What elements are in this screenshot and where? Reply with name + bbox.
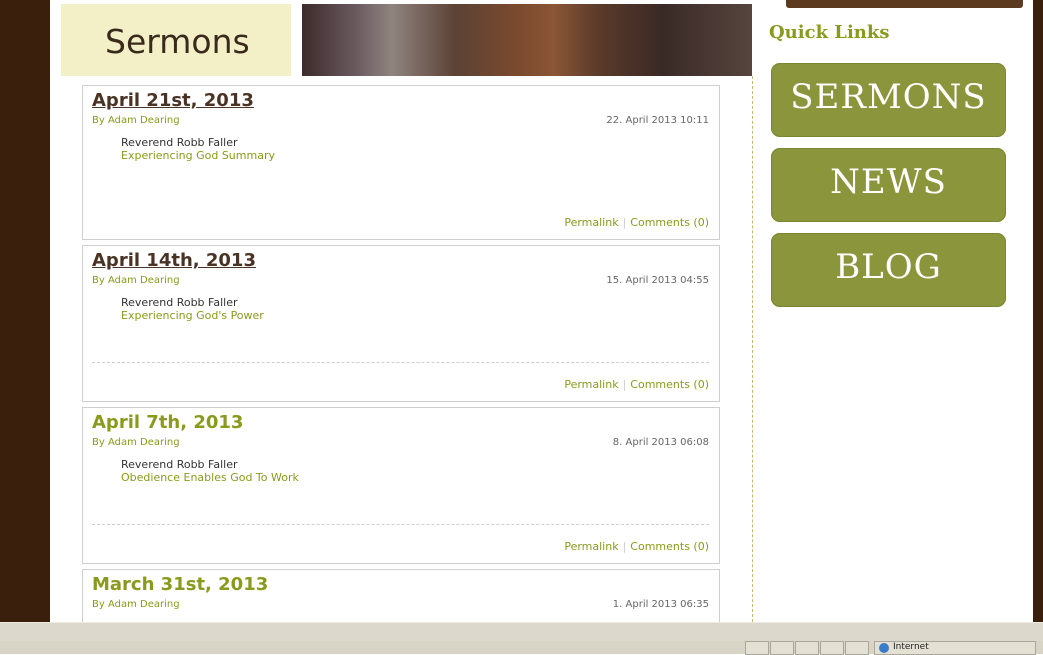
permalink-link[interactable]: Permalink [564, 540, 618, 553]
column-divider [752, 76, 753, 622]
blog-button-label: BLOG [835, 247, 942, 287]
post-subject-link[interactable]: Obedience Enables God To Work [121, 471, 299, 484]
post-footer-links: Permalink | Comments (0) [564, 378, 709, 391]
status-band [0, 623, 1043, 641]
post-title-link[interactable]: April 14th, 2013 [92, 250, 256, 271]
post-speaker: Reverend Robb Faller [121, 296, 238, 309]
post-date: 1. April 2013 06:35 [612, 599, 709, 610]
blog-button[interactable]: BLOG [771, 233, 1006, 307]
post-title-link[interactable]: April 7th, 2013 [92, 412, 243, 433]
permalink-link[interactable]: Permalink [564, 216, 618, 229]
post-subject-link[interactable]: Experiencing God's Power [121, 309, 264, 322]
post-date: 8. April 2013 06:08 [612, 437, 709, 448]
post-card: April 14th, 2013 By Adam Dearing 15. Apr… [82, 245, 720, 402]
permalink-link[interactable]: Permalink [564, 378, 618, 391]
post-footer-links: Permalink | Comments (0) [564, 216, 709, 229]
sidebar-top-bar [786, 0, 1023, 8]
right-frame-bar [1033, 0, 1043, 622]
post-author-link[interactable]: By Adam Dearing [92, 437, 180, 448]
post-author-link[interactable]: By Adam Dearing [92, 115, 180, 126]
section-header: Sermons [61, 4, 291, 76]
link-separator: | [622, 378, 627, 391]
section-title: Sermons [105, 22, 250, 61]
post-date: 15. April 2013 04:55 [606, 275, 709, 286]
post-card: March 31st, 2013 By Adam Dearing 1. Apri… [82, 569, 720, 630]
post-author-link[interactable]: By Adam Dearing [92, 599, 180, 610]
sermons-button-label: SERMONS [790, 77, 987, 117]
link-separator: | [622, 540, 627, 553]
browser-status-bar: Internet [0, 622, 1043, 655]
post-divider [92, 524, 709, 525]
post-date: 22. April 2013 10:11 [606, 115, 709, 126]
post-author-link[interactable]: By Adam Dearing [92, 275, 180, 286]
comments-link[interactable]: Comments (0) [630, 216, 709, 229]
post-divider [92, 362, 709, 363]
left-frame-bar [0, 0, 50, 622]
zone-label: Internet [893, 642, 929, 652]
quick-links-heading: Quick Links [769, 22, 890, 43]
post-title-link[interactable]: April 21st, 2013 [92, 90, 254, 111]
link-separator: | [622, 216, 627, 229]
globe-icon [879, 643, 889, 653]
post-speaker: Reverend Robb Faller [121, 136, 238, 149]
comments-link[interactable]: Comments (0) [630, 540, 709, 553]
post-speaker: Reverend Robb Faller [121, 458, 238, 471]
sermons-button[interactable]: SERMONS [771, 63, 1006, 137]
comments-link[interactable]: Comments (0) [630, 378, 709, 391]
news-button-label: NEWS [830, 162, 947, 202]
post-footer-links: Permalink | Comments (0) [564, 540, 709, 553]
post-title-link[interactable]: March 31st, 2013 [92, 574, 268, 595]
news-button[interactable]: NEWS [771, 148, 1006, 222]
post-card: April 7th, 2013 By Adam Dearing 8. April… [82, 407, 720, 564]
header-photo [302, 4, 752, 76]
post-subject-link[interactable]: Experiencing God Summary [121, 149, 275, 162]
post-card: April 21st, 2013 By Adam Dearing 22. Apr… [82, 85, 720, 240]
